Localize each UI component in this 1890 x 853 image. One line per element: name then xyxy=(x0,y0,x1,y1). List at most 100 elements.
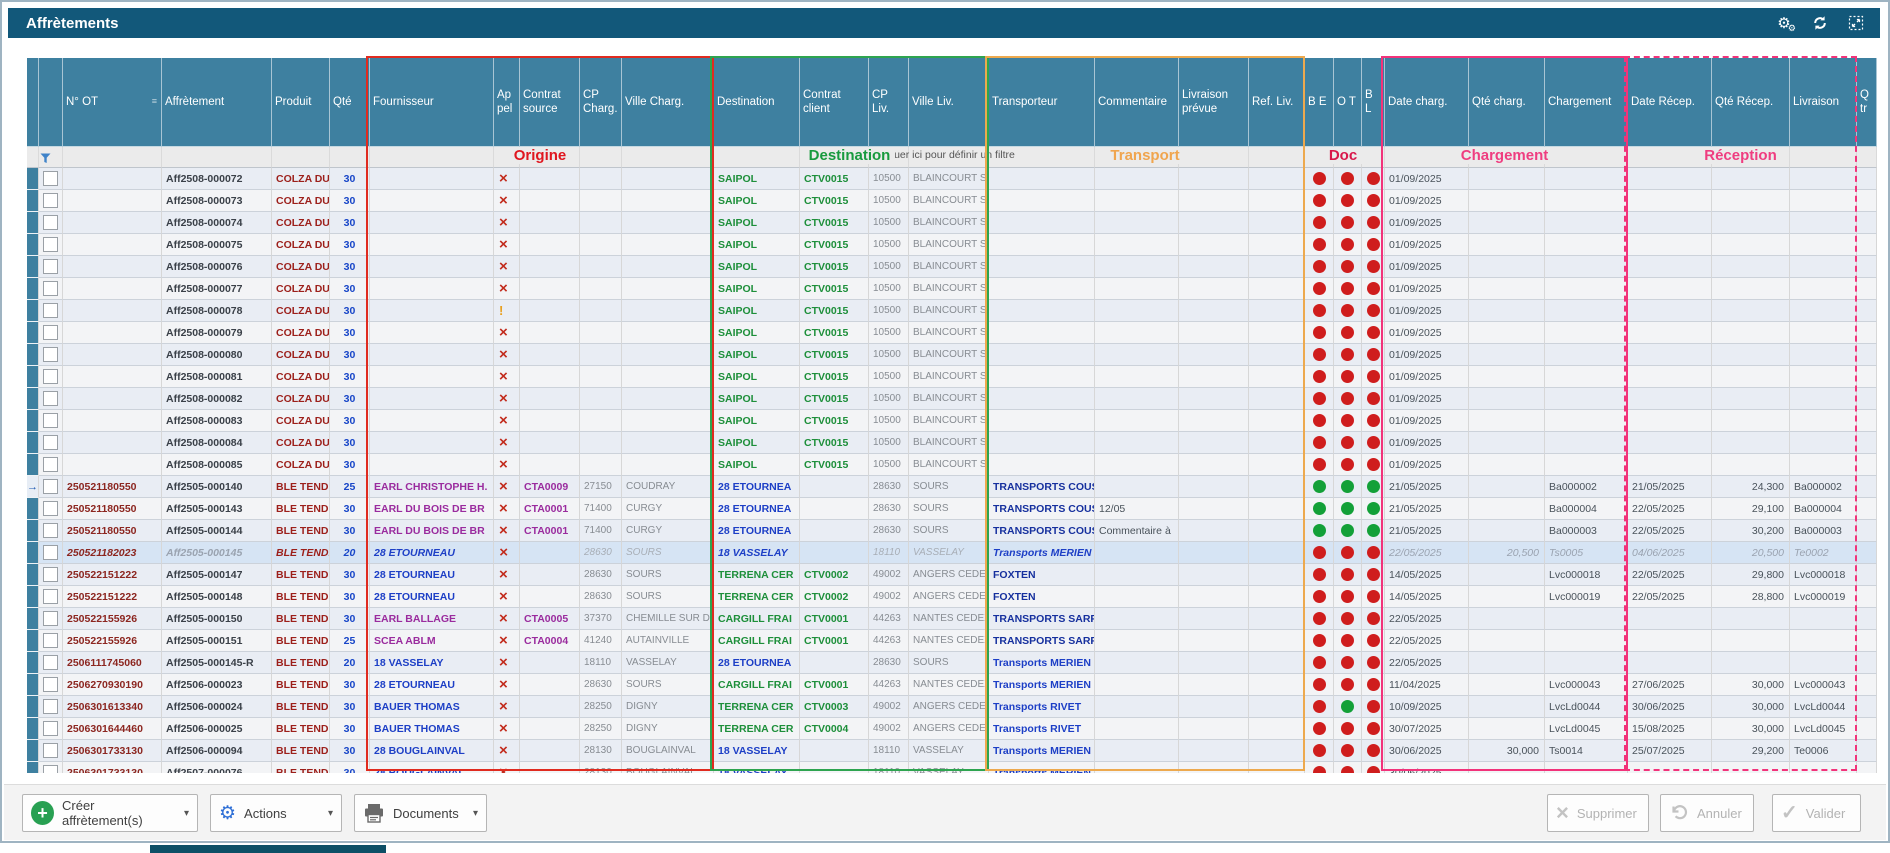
cell-contrat-source[interactable] xyxy=(520,696,580,718)
cell-livraison[interactable] xyxy=(1790,388,1857,410)
row-select-cell[interactable] xyxy=(39,278,63,300)
row-gutter[interactable] xyxy=(27,630,39,652)
cell-fournisseur[interactable] xyxy=(370,168,494,190)
cell-ville-charg[interactable]: SOURS xyxy=(622,674,714,696)
cell-chargement[interactable] xyxy=(1545,278,1628,300)
cell-qte-charg[interactable] xyxy=(1469,762,1545,773)
cell-livraison[interactable] xyxy=(1790,652,1857,674)
cell-fournisseur[interactable] xyxy=(370,212,494,234)
table-row[interactable]: Aff2508-000075COLZA DU30×SAIPOLCTV001510… xyxy=(27,234,1877,256)
filter-cell-qte[interactable] xyxy=(330,147,370,168)
cell-qte-charg[interactable] xyxy=(1469,564,1545,586)
chevron-down-icon[interactable]: ▾ xyxy=(463,808,478,819)
cell-qte[interactable]: 25 xyxy=(330,630,370,652)
cell-ville-charg[interactable]: SOURS xyxy=(622,586,714,608)
cell-fournisseur[interactable]: SCEA ABLM xyxy=(370,630,494,652)
cell-appel[interactable]: × xyxy=(494,630,520,652)
cell-qte[interactable]: 30 xyxy=(330,410,370,432)
cell-transporteur[interactable] xyxy=(989,322,1095,344)
cell-appel[interactable]: × xyxy=(494,256,520,278)
filter-cell-qch[interactable] xyxy=(1469,147,1545,168)
cell-qte-tr[interactable] xyxy=(1857,608,1877,630)
cell-contrat-source[interactable]: CTA0004 xyxy=(520,630,580,652)
cell-transporteur[interactable] xyxy=(989,454,1095,476)
cell-ref-liv[interactable] xyxy=(1249,190,1305,212)
col-header-chg[interactable]: Chargement xyxy=(1545,58,1628,147)
cell-prod[interactable]: BLE TENDR xyxy=(272,498,330,520)
cell-aff[interactable]: Aff2506-000024 xyxy=(162,696,272,718)
cell-cp-charg[interactable] xyxy=(580,432,622,454)
cell-ref-liv[interactable] xyxy=(1249,718,1305,740)
cell-chargement[interactable]: Ts0014 xyxy=(1545,740,1628,762)
cell-ville-charg[interactable]: DIGNY xyxy=(622,718,714,740)
cell-appel[interactable]: × xyxy=(494,520,520,542)
cell-qte-recep[interactable]: 29,800 xyxy=(1712,564,1790,586)
cell-qte-tr[interactable] xyxy=(1857,696,1877,718)
row-gutter[interactable] xyxy=(27,212,39,234)
cell-fournisseur[interactable]: 28 BOUGLAINVAL xyxy=(370,762,494,773)
row-gutter[interactable] xyxy=(27,696,39,718)
cell-aff[interactable]: Aff2508-000083 xyxy=(162,410,272,432)
cell-qte-tr[interactable] xyxy=(1857,234,1877,256)
cell-destination[interactable]: SAIPOL xyxy=(714,212,800,234)
cell-qte-recep[interactable] xyxy=(1712,608,1790,630)
cell-livraison[interactable] xyxy=(1790,300,1857,322)
cell-qte-tr[interactable] xyxy=(1857,718,1877,740)
cell-livraison-prevue[interactable] xyxy=(1179,168,1249,190)
cell-commentaire[interactable] xyxy=(1095,190,1179,212)
cell-aff[interactable]: Aff2507-000076 xyxy=(162,762,272,773)
cell-aff[interactable]: Aff2508-000072 xyxy=(162,168,272,190)
row-select-cell[interactable] xyxy=(39,410,63,432)
cell-date-recep[interactable] xyxy=(1628,344,1712,366)
cell-contrat-source[interactable] xyxy=(520,344,580,366)
cell-commentaire[interactable] xyxy=(1095,630,1179,652)
col-header-otd[interactable]: O T xyxy=(1334,58,1362,147)
cell-qte-tr[interactable] xyxy=(1857,256,1877,278)
cell-commentaire[interactable] xyxy=(1095,168,1179,190)
cell-qte[interactable]: 30 xyxy=(330,432,370,454)
cell-appel[interactable]: × xyxy=(494,454,520,476)
row-gutter[interactable] xyxy=(27,542,39,564)
filter-cell-bl[interactable] xyxy=(1362,147,1385,168)
cell-date-charg[interactable]: 22/05/2025 xyxy=(1385,542,1469,564)
table-row[interactable]: Aff2508-000085COLZA DU30×SAIPOLCTV001510… xyxy=(27,454,1877,476)
cell-ville-charg[interactable] xyxy=(622,454,714,476)
cell-ville-liv[interactable]: NANTES CEDEX xyxy=(909,674,989,696)
row-checkbox[interactable] xyxy=(43,567,58,582)
cell-contrat-client[interactable]: CTV0004 xyxy=(800,718,869,740)
col-header-qrec[interactable]: Qté Récep. xyxy=(1712,58,1790,147)
cell-fournisseur[interactable] xyxy=(370,410,494,432)
cell-qte[interactable]: 30 xyxy=(330,300,370,322)
cell-cp-liv[interactable]: 10500 xyxy=(869,432,909,454)
cell-date-charg[interactable]: 01/09/2025 xyxy=(1385,432,1469,454)
cell-contrat-client[interactable] xyxy=(800,762,869,773)
row-gutter[interactable] xyxy=(27,718,39,740)
cell-chargement[interactable] xyxy=(1545,410,1628,432)
cell-fournisseur[interactable]: BAUER THOMAS xyxy=(370,718,494,740)
cell-contrat-client[interactable]: CTV0015 xyxy=(800,300,869,322)
row-checkbox[interactable] xyxy=(43,545,58,560)
row-gutter[interactable] xyxy=(27,234,39,256)
cell-chargement[interactable]: Lvc000018 xyxy=(1545,564,1628,586)
cell-transporteur[interactable]: Transports MERIEN xyxy=(989,674,1095,696)
cell-ot[interactable] xyxy=(63,366,162,388)
documents-button[interactable]: Documents ▾ xyxy=(354,794,487,832)
row-gutter[interactable] xyxy=(27,256,39,278)
cell-prod[interactable]: COLZA DU xyxy=(272,388,330,410)
cell-commentaire[interactable] xyxy=(1095,476,1179,498)
cell-qte[interactable]: 30 xyxy=(330,234,370,256)
cell-chargement[interactable] xyxy=(1545,366,1628,388)
cell-contrat-source[interactable] xyxy=(520,564,580,586)
cell-contrat-client[interactable]: CTV0001 xyxy=(800,608,869,630)
filter-cell-gutter[interactable] xyxy=(27,147,39,168)
cell-destination[interactable]: SAIPOL xyxy=(714,168,800,190)
cell-livraison-prevue[interactable] xyxy=(1179,586,1249,608)
cell-ville-liv[interactable]: SOURS xyxy=(909,476,989,498)
cell-cp-charg[interactable] xyxy=(580,234,622,256)
cell-qte-recep[interactable]: 30,000 xyxy=(1712,718,1790,740)
cell-commentaire[interactable] xyxy=(1095,212,1179,234)
cell-prod[interactable]: COLZA DU xyxy=(272,366,330,388)
filter-cell-appel[interactable] xyxy=(494,147,520,168)
cell-ville-charg[interactable] xyxy=(622,300,714,322)
row-gutter[interactable] xyxy=(27,300,39,322)
